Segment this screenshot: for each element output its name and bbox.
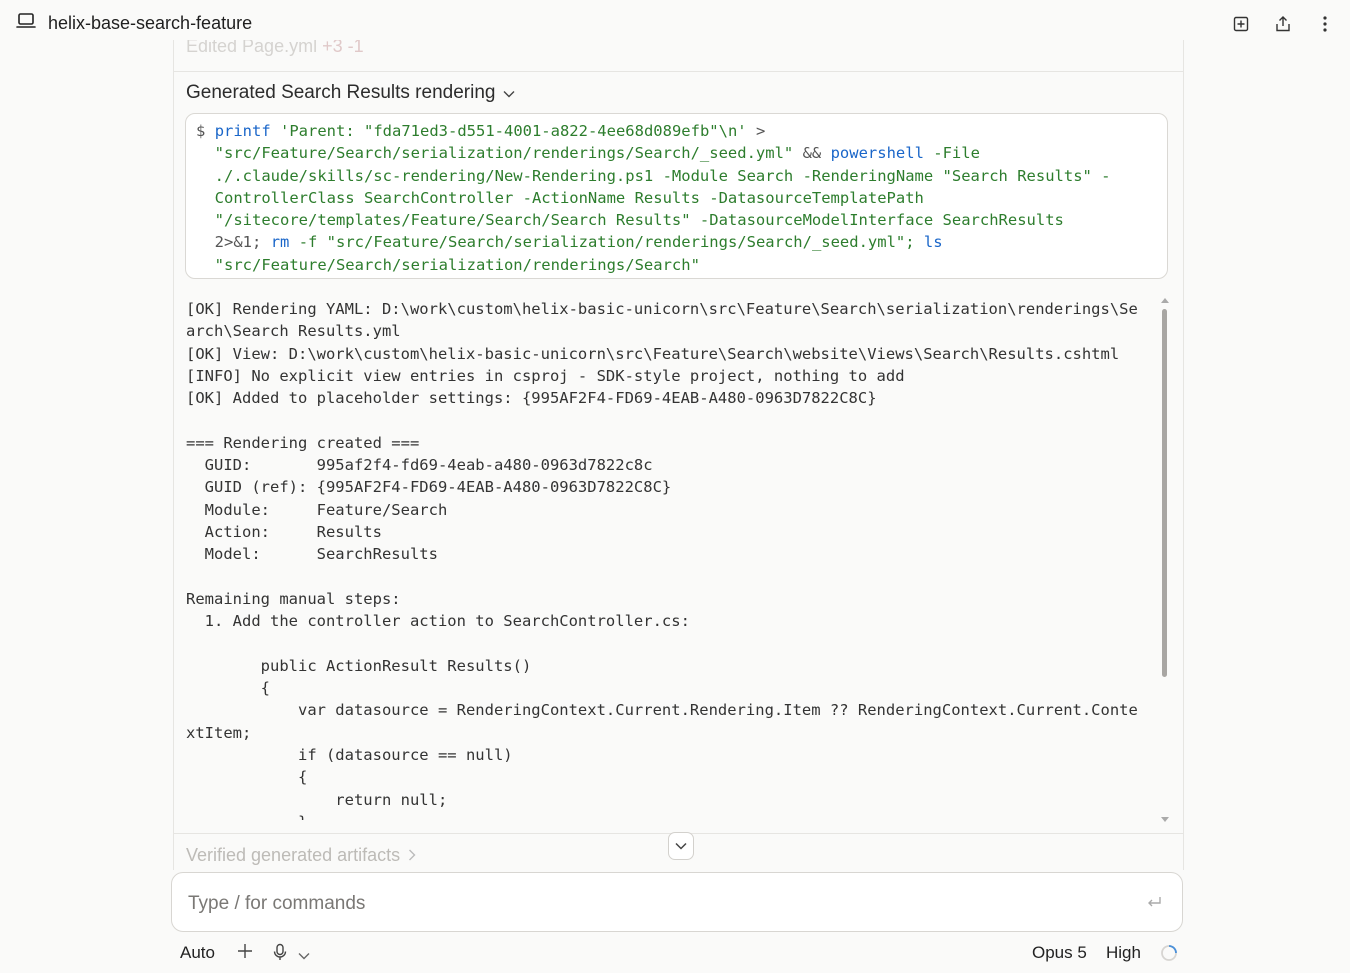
- output-line: {: [186, 679, 270, 698]
- command-keyword: ls: [923, 233, 943, 252]
- command-segment: 2>&1;: [214, 233, 262, 252]
- previous-section-counts: +3 -1: [322, 40, 364, 56]
- more-vertical-icon[interactable]: [1314, 13, 1336, 35]
- command-output: [OK] Rendering YAML: D:\work\custom\heli…: [186, 298, 1156, 820]
- output-line: Action: Results: [186, 522, 382, 541]
- scroll-to-bottom-button[interactable]: [668, 832, 694, 860]
- output-line: GUID: 995af2f4-fd69-4eab-a480-0963d7822c…: [186, 456, 653, 475]
- chevron-down-icon[interactable]: [298, 945, 310, 965]
- section-header[interactable]: Generated Search Results rendering: [186, 82, 515, 104]
- prompt-input-box[interactable]: [171, 872, 1183, 932]
- output-line: var datasource = RenderingContext.Curren…: [186, 701, 1138, 720]
- share-icon[interactable]: [1272, 13, 1294, 35]
- output-line: Module: Feature/Search: [186, 500, 448, 519]
- next-section-header[interactable]: Verified generated artifacts: [186, 845, 416, 866]
- command-prompt: $: [196, 122, 206, 140]
- command-segment: [261, 233, 270, 251]
- command-keyword: rm: [270, 233, 290, 252]
- command-segment: &&: [802, 144, 822, 163]
- next-section-title: Verified generated artifacts: [186, 845, 401, 865]
- mode-selector[interactable]: Auto: [180, 943, 215, 963]
- output-line: if (datasource == null): [186, 745, 513, 764]
- scroll-thumb[interactable]: [1162, 309, 1167, 677]
- command-keyword: powershell: [830, 144, 924, 163]
- output-line: arch\Search Results.yml: [186, 322, 401, 341]
- previous-section-faded[interactable]: Edited Page.yml +3 -1: [186, 40, 364, 57]
- command-segment: 'Parent: "fda71ed3-d551-4001-a822-4ee68d…: [270, 122, 756, 140]
- output-line: [OK] Added to placeholder settings: {995…: [186, 389, 877, 408]
- conversation-panel: Edited Page.yml +3 -1 Generated Search R…: [173, 40, 1184, 870]
- output-line: Model: SearchResults: [186, 545, 438, 564]
- output-line: {: [186, 768, 308, 787]
- output-line: === Rendering created ===: [186, 433, 420, 452]
- output-line: }: [186, 811, 1156, 820]
- command-text: $ printf 'Parent: "fda71ed3-d551-4001-a8…: [196, 120, 1157, 276]
- output-line: xtItem;: [186, 723, 252, 742]
- laptop-icon: [16, 12, 36, 35]
- command-keyword: printf: [214, 122, 271, 140]
- enter-icon[interactable]: [1146, 895, 1162, 914]
- command-segment: "src/Feature/Search/serialization/render…: [214, 144, 794, 163]
- section-title: Generated Search Results rendering: [186, 82, 496, 103]
- output-line: public ActionResult Results(): [186, 656, 532, 675]
- chevron-right-icon: [408, 845, 416, 866]
- plus-icon[interactable]: [236, 942, 254, 965]
- output-line: [OK] View: D:\work\custom\helix-basic-un…: [186, 344, 1120, 363]
- command-segment: -f "src/Feature/Search/serialization/ren…: [289, 233, 924, 252]
- command-segment: "src/Feature/Search/serialization/render…: [214, 255, 700, 274]
- command-segment: [821, 144, 830, 162]
- effort-selector[interactable]: High: [1106, 943, 1141, 963]
- output-scrollbar[interactable]: [1160, 296, 1170, 824]
- prompt-input[interactable]: [186, 889, 1130, 919]
- scroll-down-arrow[interactable]: [1161, 817, 1169, 822]
- model-selector[interactable]: Opus 5: [1032, 943, 1087, 963]
- output-line: Remaining manual steps:: [186, 589, 401, 608]
- microphone-icon[interactable]: [272, 943, 288, 966]
- output-line: 1. Add the controller action to SearchCo…: [186, 612, 690, 631]
- output-line: return null;: [186, 790, 448, 809]
- input-footer: Auto Opus 5 High: [180, 940, 1180, 966]
- output-line: [OK] Rendering YAML: D:\work\custom\heli…: [186, 300, 1138, 318]
- add-document-icon[interactable]: [1230, 13, 1252, 35]
- command-box: $ printf 'Parent: "fda71ed3-d551-4001-a8…: [185, 113, 1168, 279]
- output-line: [INFO] No explicit view entries in cspro…: [186, 366, 905, 385]
- divider: [174, 71, 1183, 72]
- command-body: printf 'Parent: "fda71ed3-d551-4001-a822…: [196, 122, 1111, 274]
- top-actions: [1230, 13, 1336, 35]
- scroll-up-arrow[interactable]: [1161, 298, 1169, 303]
- command-segment: >: [755, 122, 766, 140]
- window-title: helix-base-search-feature: [48, 13, 253, 33]
- previous-section-label: Edited Page.yml: [186, 40, 318, 56]
- spinner-icon: [1160, 944, 1178, 967]
- window-title-group: helix-base-search-feature: [16, 12, 252, 35]
- chevron-down-icon: [503, 82, 515, 104]
- chevron-down-icon: [675, 837, 687, 855]
- output-line: GUID (ref): {995AF2F4-FD69-4EAB-A480-096…: [186, 478, 672, 497]
